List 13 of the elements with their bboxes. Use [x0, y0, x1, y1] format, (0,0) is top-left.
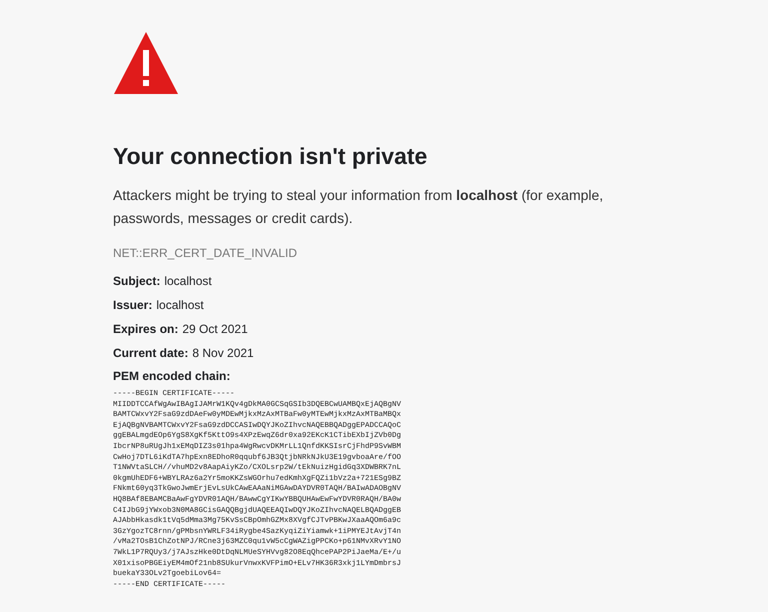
detail-value: localhost	[156, 297, 204, 313]
detail-value: 29 Oct 2021	[182, 321, 248, 337]
page-heading: Your connection isn't private	[113, 142, 428, 170]
detail-value: localhost	[164, 273, 212, 289]
detail-label: Current date:	[113, 345, 188, 361]
description-text: Attackers might be trying to steal your information from localhost (for example, passwords, messages or credit cards).	[113, 186, 604, 228]
error-code: NET::ERR_CERT_DATE_INVALID	[113, 245, 298, 262]
detail-label: Issuer:	[113, 297, 152, 313]
detail-label: Subject:	[113, 273, 160, 289]
detail-value: 8 Nov 2021	[192, 345, 254, 361]
pem-label: PEM encoded chain:	[113, 368, 230, 385]
detail-label: Expires on:	[113, 321, 178, 337]
warning-icon	[113, 30, 179, 96]
